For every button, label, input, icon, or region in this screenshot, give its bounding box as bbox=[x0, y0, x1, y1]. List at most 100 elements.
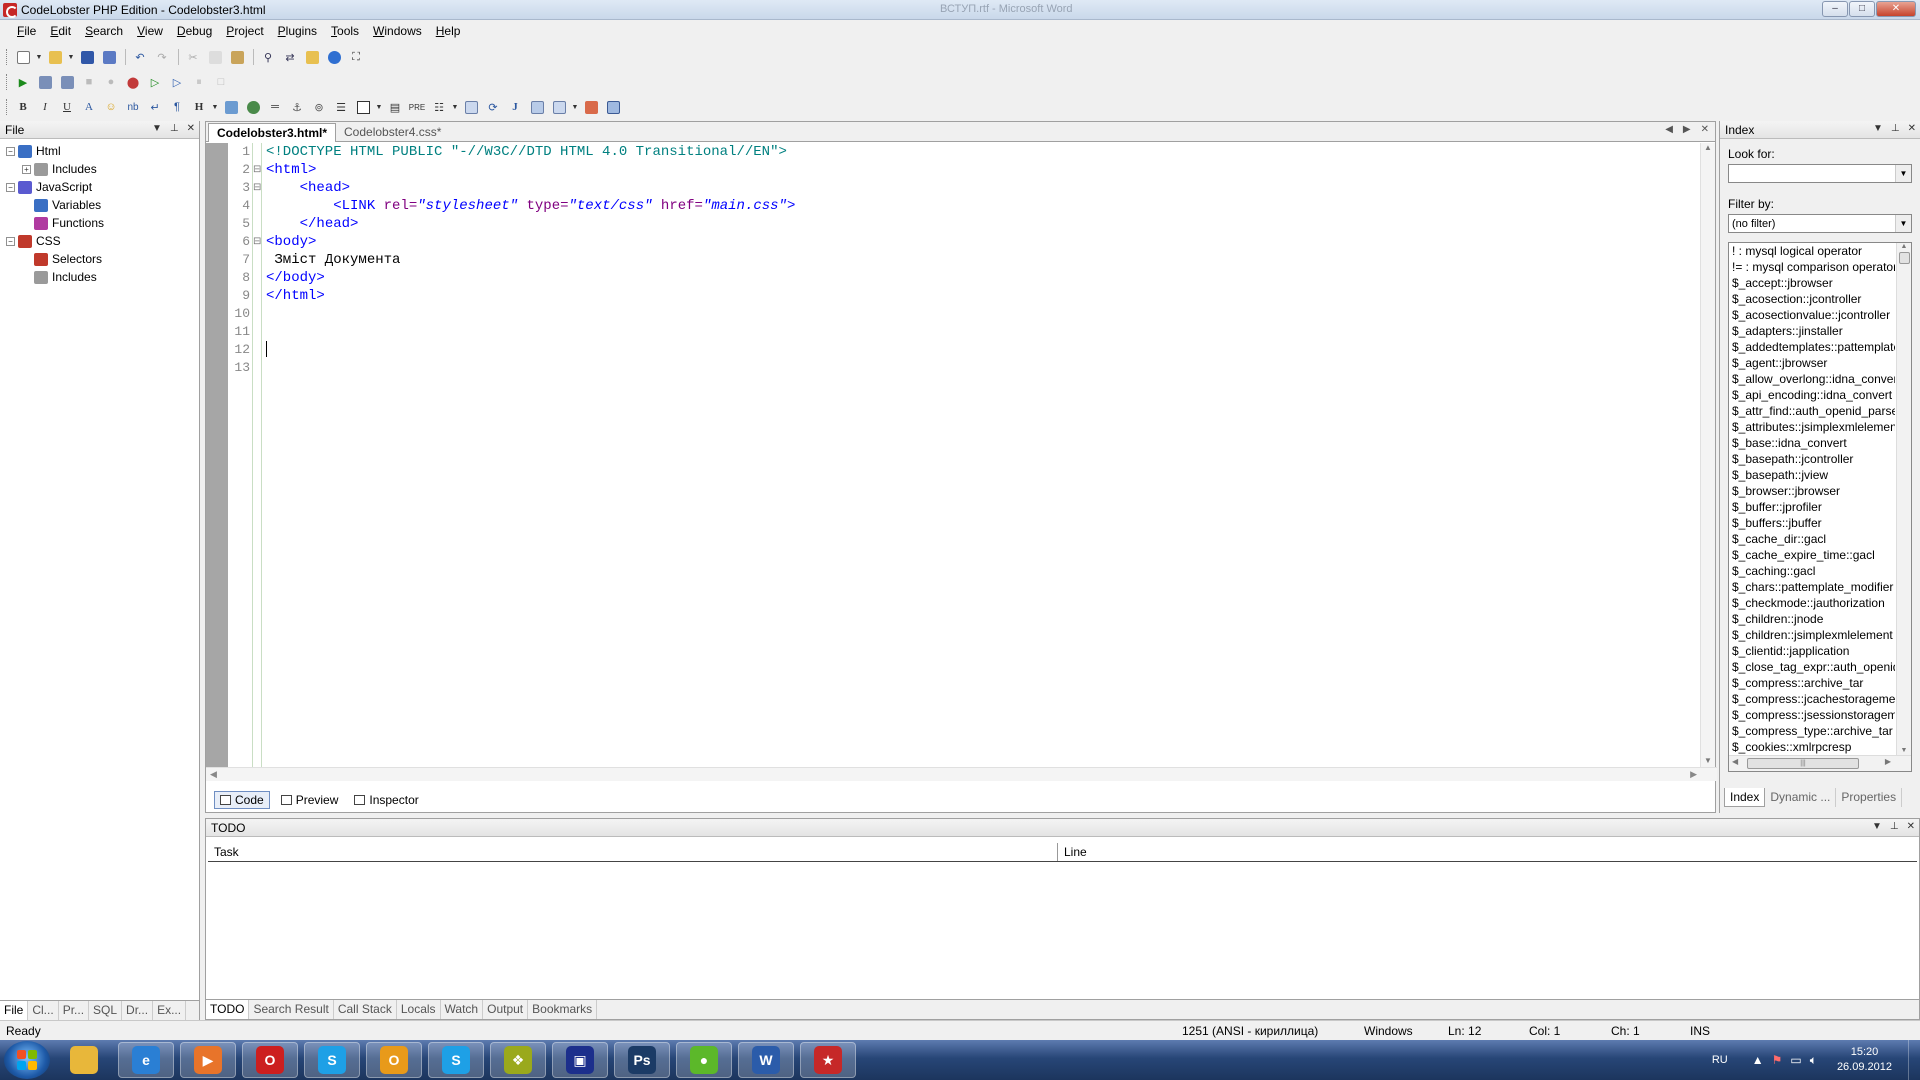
code-line-10[interactable] bbox=[266, 305, 1702, 323]
table-button[interactable] bbox=[353, 97, 373, 117]
system-clock[interactable]: 15:20 26.09.2012 bbox=[1837, 1045, 1892, 1075]
index-list-item[interactable]: $_api_encoding::idna_convert bbox=[1729, 387, 1895, 403]
index-list-item[interactable]: $_buffers::jbuffer bbox=[1729, 515, 1895, 531]
tree-item-includes[interactable]: Includes bbox=[6, 268, 199, 286]
menu-file[interactable]: File bbox=[10, 24, 43, 38]
bottom-tab-bookmarks[interactable]: Bookmarks bbox=[528, 1000, 598, 1019]
table-dropdown-arrow[interactable]: ▼ bbox=[375, 97, 383, 117]
panel-menu-icon[interactable]: ▼ bbox=[152, 123, 162, 134]
expand-icon[interactable]: + bbox=[22, 164, 31, 174]
replace-button[interactable]: ⇄ bbox=[280, 47, 300, 67]
taskbar-app-skype-2[interactable]: S bbox=[428, 1042, 484, 1078]
save-button[interactable] bbox=[77, 47, 97, 67]
new-file-button[interactable] bbox=[13, 47, 33, 67]
align-button[interactable]: ☰ bbox=[331, 97, 351, 117]
code-line-11[interactable] bbox=[266, 323, 1702, 341]
continue-button[interactable]: ▷ bbox=[145, 72, 165, 92]
line-break-button[interactable]: ↵ bbox=[145, 97, 165, 117]
toolbar-grip[interactable] bbox=[6, 49, 9, 65]
panel-menu-icon[interactable]: ▼ bbox=[1872, 821, 1882, 832]
open-dropdown-arrow[interactable]: ▼ bbox=[67, 47, 75, 67]
language-indicator[interactable]: RU bbox=[1712, 1054, 1728, 1066]
jquery-button[interactable]: J bbox=[505, 97, 525, 117]
index-list-item[interactable]: $_cache_dir::gacl bbox=[1729, 531, 1895, 547]
collapse-icon[interactable]: − bbox=[6, 146, 15, 156]
list-dropdown-arrow[interactable]: ▼ bbox=[451, 97, 459, 117]
code-line-7[interactable]: Зміст Документа bbox=[266, 251, 1702, 269]
menu-plugins[interactable]: Plugins bbox=[271, 24, 324, 38]
index-list-item[interactable]: ! : mysql logical operator bbox=[1729, 243, 1895, 259]
fold-toggle-icon[interactable]: ⊟ bbox=[253, 179, 261, 197]
index-list-item[interactable]: $_compress::jcachestorageme bbox=[1729, 691, 1895, 707]
editor-vertical-scrollbar[interactable]: ▲ ▼ bbox=[1700, 143, 1715, 767]
line-column-header[interactable]: Line bbox=[1058, 843, 1917, 861]
taskbar-app-app-yellow[interactable]: ❖ bbox=[490, 1042, 546, 1078]
code-line-9[interactable]: </html> bbox=[266, 287, 1702, 305]
menu-debug[interactable]: Debug bbox=[170, 24, 219, 38]
index-list-item[interactable]: $_compress::jsessionstoragem bbox=[1729, 707, 1895, 723]
index-list-item[interactable]: $_clientid::japplication bbox=[1729, 643, 1895, 659]
frames-button[interactable] bbox=[603, 97, 623, 117]
tree-item-variables[interactable]: Variables bbox=[6, 196, 199, 214]
list-button[interactable]: ☷ bbox=[429, 97, 449, 117]
tree-item-javascript[interactable]: − JavaScript bbox=[6, 178, 199, 196]
open-file-button[interactable] bbox=[45, 47, 65, 67]
tree-item-includes[interactable]: + Includes bbox=[6, 160, 199, 178]
pause-button[interactable]: ⏸ bbox=[189, 72, 209, 92]
taskbar-app-explorer[interactable] bbox=[56, 1042, 112, 1078]
taskbar-app-app-green[interactable]: ● bbox=[676, 1042, 732, 1078]
validate-button[interactable] bbox=[581, 97, 601, 117]
left-tab-3[interactable]: SQL bbox=[89, 1001, 123, 1020]
index-list-item[interactable]: $_chars::pattemplate_modifier bbox=[1729, 579, 1895, 595]
scroll-up-icon[interactable]: ▲ bbox=[1701, 143, 1715, 152]
right-tab-1[interactable]: Dynamic ... bbox=[1765, 788, 1837, 807]
scroll-left-icon[interactable]: ◀ bbox=[1732, 757, 1738, 766]
find-in-files-button[interactable] bbox=[302, 47, 322, 67]
scroll-right-icon[interactable]: ▶ bbox=[1690, 769, 1697, 780]
document-tab-1[interactable]: Codelobster4.css* bbox=[336, 123, 449, 141]
toolbar-grip[interactable] bbox=[6, 74, 9, 90]
help-button[interactable] bbox=[324, 47, 344, 67]
index-list-item[interactable]: $_addedtemplates::pattemplate bbox=[1729, 339, 1895, 355]
show-hidden-icons-icon[interactable]: ▲ bbox=[1752, 1053, 1764, 1068]
stop-debug-button[interactable]: □ bbox=[211, 72, 231, 92]
index-list-item[interactable]: $_children::jsimplexmlelement bbox=[1729, 627, 1895, 643]
css-button[interactable] bbox=[527, 97, 547, 117]
code-area[interactable]: 1 2 3 4 5 6 7 8 9 10 11 12 13 ⊟ ⊟ ⊟ <!DOCTYPE HTML PUB… bbox=[206, 143, 1702, 767]
bottom-tab-watch[interactable]: Watch bbox=[441, 1000, 484, 1019]
right-tab-2[interactable]: Properties bbox=[1836, 788, 1903, 807]
heading-button[interactable]: H bbox=[189, 97, 209, 117]
index-list-item[interactable]: $_compress::archive_tar bbox=[1729, 675, 1895, 691]
taskbar-app-internet-explorer[interactable]: e bbox=[118, 1042, 174, 1078]
bottom-tab-search-result[interactable]: Search Result bbox=[249, 1000, 334, 1019]
cut-button[interactable]: ✂ bbox=[183, 47, 203, 67]
index-list-item[interactable]: $_close_tag_expr::auth_openid bbox=[1729, 659, 1895, 675]
filter-by-select[interactable]: (no filter) ▼ bbox=[1728, 214, 1912, 233]
taskbar-app-word[interactable]: W bbox=[738, 1042, 794, 1078]
copy-button[interactable] bbox=[205, 47, 225, 67]
bold-button[interactable]: B bbox=[13, 97, 33, 117]
stop-button[interactable]: ■ bbox=[79, 72, 99, 92]
pin-icon[interactable]: ⊥ bbox=[1891, 123, 1900, 134]
div-button[interactable]: ▤ bbox=[385, 97, 405, 117]
smiley-button[interactable]: ☺ bbox=[101, 97, 121, 117]
scroll-down-icon[interactable]: ▼ bbox=[1701, 756, 1715, 765]
italic-button[interactable]: I bbox=[35, 97, 55, 117]
fold-toggle-icon[interactable]: ⊟ bbox=[253, 161, 261, 179]
anchor-button[interactable]: ⚓ bbox=[287, 97, 307, 117]
code-line-2[interactable]: <html> bbox=[266, 161, 1702, 179]
look-for-combo[interactable]: ▼ bbox=[1728, 164, 1912, 183]
index-list-item[interactable]: != : mysql comparison operator bbox=[1729, 259, 1895, 275]
left-tab-1[interactable]: Cl... bbox=[28, 1001, 59, 1020]
code-line-13[interactable] bbox=[266, 359, 1702, 377]
comment-button[interactable]: ⊚ bbox=[309, 97, 329, 117]
index-list-item[interactable]: $_cache_expire_time::gacl bbox=[1729, 547, 1895, 563]
left-tab-5[interactable]: Ex... bbox=[153, 1001, 187, 1020]
collapse-icon[interactable]: − bbox=[6, 236, 15, 246]
find-button[interactable]: ⚲ bbox=[258, 47, 278, 67]
left-tab-0[interactable]: File bbox=[0, 1001, 29, 1020]
menu-search[interactable]: Search bbox=[78, 24, 130, 38]
tree-item-css[interactable]: − CSS bbox=[6, 232, 199, 250]
collapse-icon[interactable]: − bbox=[6, 182, 15, 192]
scroll-up-icon[interactable]: ▲ bbox=[1897, 243, 1911, 250]
